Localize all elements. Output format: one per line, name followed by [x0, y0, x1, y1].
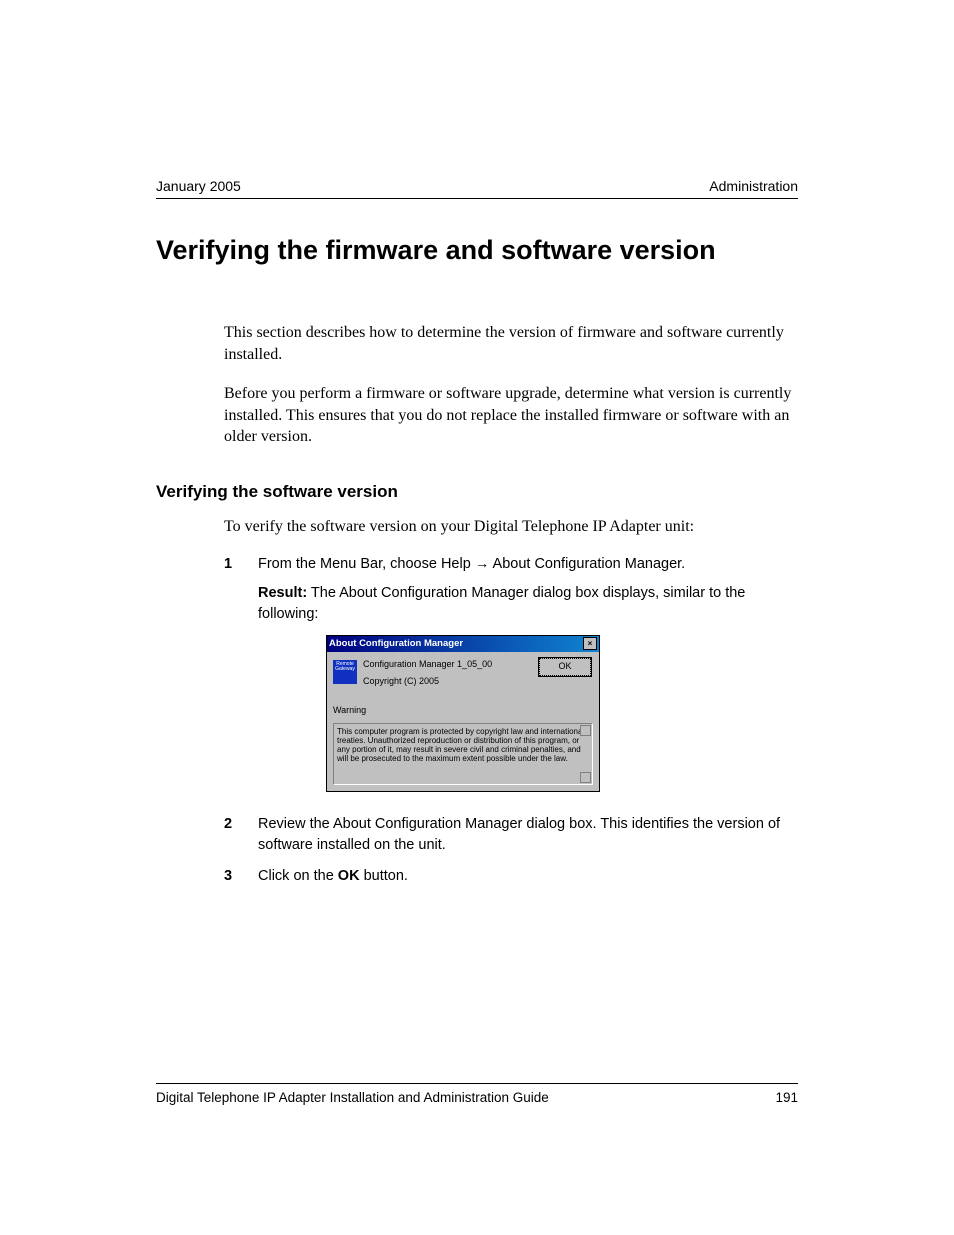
page-title: Verifying the firmware and software vers… [156, 235, 798, 266]
step-number: 3 [224, 866, 258, 887]
close-button[interactable]: × [583, 637, 597, 650]
paragraph-2: Before you perform a firmware or softwar… [224, 383, 798, 448]
result-label: Result: [258, 585, 307, 601]
page-footer: Digital Telephone IP Adapter Installatio… [156, 1083, 798, 1105]
steps-list: 1 From the Menu Bar, choose Help → About… [224, 554, 798, 887]
header-section: Administration [709, 178, 798, 194]
step-1: 1 From the Menu Bar, choose Help → About… [224, 554, 798, 625]
step-number: 1 [224, 554, 258, 625]
dialog-screenshot: About Configuration Manager × Remote Gat… [326, 635, 798, 792]
body-text: This section describes how to determine … [224, 322, 798, 448]
step-number: 2 [224, 814, 258, 856]
scroll-down-icon[interactable] [580, 772, 591, 783]
page-header: January 2005 Administration [156, 178, 798, 199]
ok-button[interactable]: OK [539, 658, 591, 676]
close-icon: × [588, 640, 593, 648]
result-text: The About Configuration Manager dialog b… [258, 585, 745, 622]
copyright-text: Copyright (C) 2005 [363, 675, 593, 688]
step-body: From the Menu Bar, choose Help → About C… [258, 554, 798, 625]
subheading: Verifying the software version [156, 482, 798, 502]
legal-text-box: This computer program is protected by co… [333, 723, 593, 785]
step-body: Review the About Configuration Manager d… [258, 814, 798, 856]
scroll-up-icon[interactable] [580, 725, 591, 736]
step3-bold: OK [338, 868, 360, 884]
step-body: Click on the OK button. [258, 866, 798, 887]
document-page: January 2005 Administration Verifying th… [0, 0, 954, 1235]
step-3: 3 Click on the OK button. [224, 866, 798, 887]
arrow-icon: → [475, 556, 490, 572]
step3-text-a: Click on the [258, 868, 338, 884]
paragraph-1: This section describes how to determine … [224, 322, 798, 365]
legal-text: This computer program is protected by co… [337, 727, 584, 764]
step1-text-b: About Configuration Manager. [489, 556, 685, 572]
warning-label: Warning [333, 704, 593, 717]
dialog-body: Remote Gateway Configuration Manager 1_0… [327, 652, 599, 791]
logo-line2: Gateway [335, 667, 355, 673]
dialog-titlebar: About Configuration Manager × [327, 636, 599, 652]
dialog-title: About Configuration Manager [329, 637, 463, 651]
footer-doc-title: Digital Telephone IP Adapter Installatio… [156, 1090, 549, 1105]
step-2: 2 Review the About Configuration Manager… [224, 814, 798, 856]
about-dialog: About Configuration Manager × Remote Gat… [326, 635, 600, 792]
header-date: January 2005 [156, 178, 241, 194]
step1-text-a: From the Menu Bar, choose Help [258, 556, 475, 572]
footer-page-number: 191 [775, 1090, 798, 1105]
intro-text: To verify the software version on your D… [224, 516, 798, 538]
logo-icon: Remote Gateway [333, 660, 357, 684]
step3-text-b: button. [360, 868, 408, 884]
